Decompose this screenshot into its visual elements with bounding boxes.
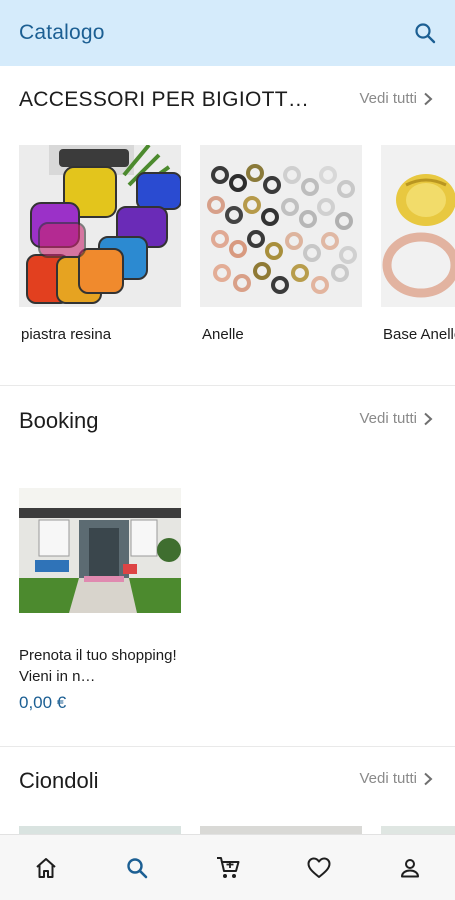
see-all-link[interactable]: Vedi tutti bbox=[359, 90, 433, 107]
nav-cart[interactable] bbox=[204, 844, 252, 892]
section-ciondoli: Ciondoli Vedi tutti bbox=[0, 746, 455, 834]
section-header: Booking Vedi tutti bbox=[0, 386, 455, 456]
product-card-peek bbox=[19, 826, 181, 834]
booking-price: 0,00 € bbox=[19, 693, 67, 712]
cart-icon bbox=[216, 856, 239, 878]
catalog-content: ACCESSORI PER BIGIOTTERIA Vedi tutti pia… bbox=[0, 66, 455, 834]
product-name: Anelle bbox=[202, 326, 244, 343]
nav-search[interactable] bbox=[113, 844, 161, 892]
search-icon bbox=[126, 857, 147, 878]
product-name: Base Anello bbox=[383, 326, 455, 343]
booking-card[interactable]: Prenota il tuo shopping! Vieni in n… 0,0… bbox=[19, 488, 181, 713]
see-all-link[interactable]: Vedi tutti bbox=[359, 410, 433, 427]
booking-image bbox=[19, 488, 181, 613]
product-card[interactable]: Anelle bbox=[200, 145, 362, 345]
nav-profile[interactable] bbox=[386, 844, 434, 892]
app-bar: Catalogo bbox=[0, 0, 455, 66]
product-carousel[interactable]: piastra resina Anelle Base Anello bbox=[19, 145, 455, 375]
booking-name: Prenota il tuo shopping! Vieni in n… bbox=[19, 647, 177, 685]
product-card[interactable]: piastra resina bbox=[19, 145, 181, 345]
heart-icon bbox=[307, 857, 330, 878]
chevron-right-icon bbox=[424, 92, 433, 105]
see-all-label: Vedi tutti bbox=[359, 770, 417, 787]
see-all-label: Vedi tutti bbox=[359, 410, 417, 427]
section-header: ACCESSORI PER BIGIOTTERIA Vedi tutti bbox=[0, 66, 455, 136]
home-icon bbox=[35, 857, 56, 878]
product-name: piastra resina bbox=[21, 326, 112, 343]
product-image bbox=[19, 145, 181, 307]
bottom-nav bbox=[0, 834, 455, 900]
chevron-right-icon bbox=[424, 412, 433, 425]
search-icon bbox=[415, 23, 436, 44]
product-card-peek bbox=[200, 826, 362, 834]
page-title: Catalogo bbox=[19, 21, 105, 44]
product-card[interactable]: Base Anello bbox=[381, 145, 455, 345]
profile-icon bbox=[400, 858, 419, 877]
see-all-link[interactable]: Vedi tutti bbox=[359, 770, 433, 787]
nav-favorites[interactable] bbox=[295, 844, 343, 892]
chevron-right-icon bbox=[424, 772, 433, 785]
section-booking: Booking Vedi tutti Prenota il tuo shoppi… bbox=[0, 386, 455, 746]
section-title: Booking bbox=[19, 408, 99, 433]
section-accessori: ACCESSORI PER BIGIOTTERIA Vedi tutti pia… bbox=[0, 66, 455, 386]
section-title: Ciondoli bbox=[19, 768, 99, 793]
product-image bbox=[381, 145, 455, 307]
product-card-peek bbox=[381, 826, 455, 834]
nav-home[interactable] bbox=[22, 844, 70, 892]
product-image bbox=[200, 145, 362, 307]
section-title: ACCESSORI PER BIGIOTTERIA bbox=[19, 88, 319, 111]
see-all-label: Vedi tutti bbox=[359, 90, 417, 107]
search-button[interactable] bbox=[411, 19, 439, 47]
section-header: Ciondoli Vedi tutti bbox=[0, 746, 455, 816]
